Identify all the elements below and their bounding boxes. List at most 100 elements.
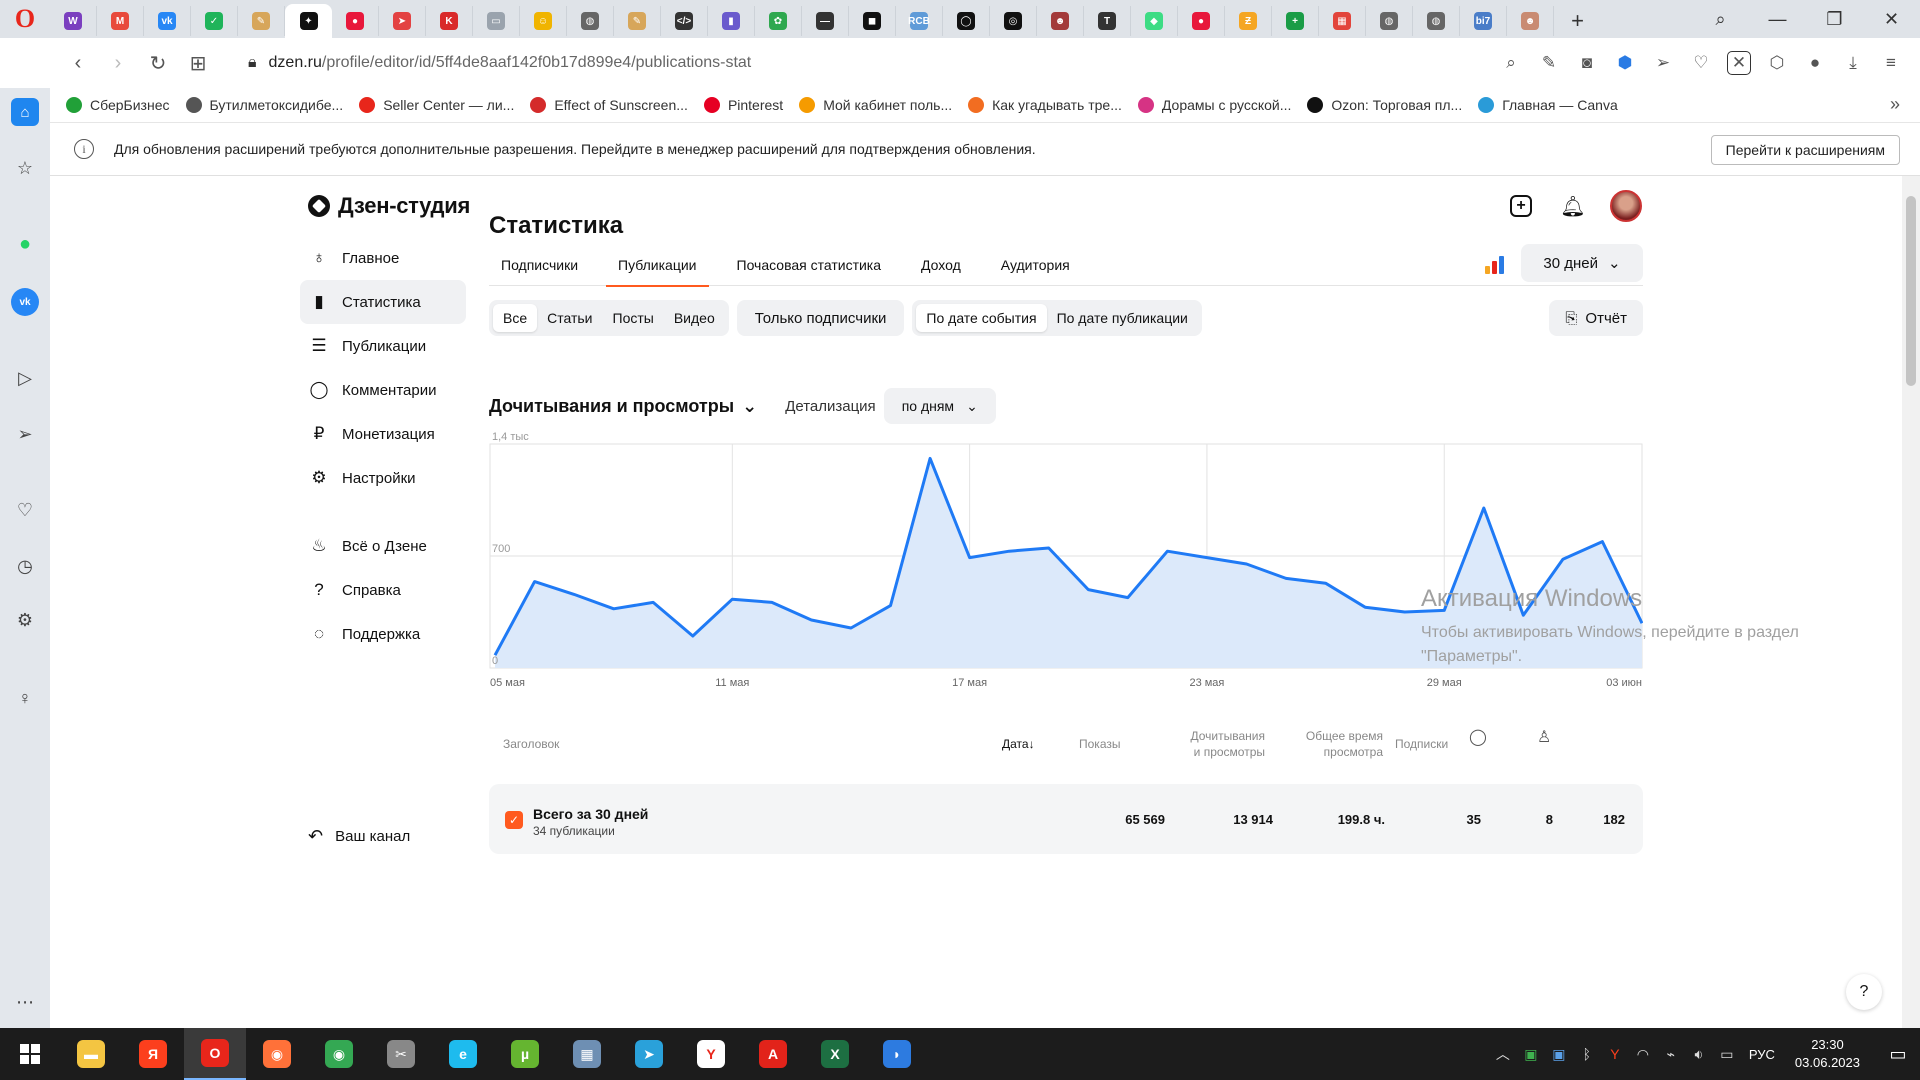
browser-tab[interactable]: ☺ <box>520 6 567 36</box>
metric-selector[interactable]: Дочитывания и просмотры ⌄ <box>489 396 757 417</box>
heart-icon[interactable]: ♡ <box>11 496 39 524</box>
back-button[interactable]: ‹ <box>58 43 98 83</box>
cube-icon[interactable]: ⬡ <box>1760 46 1794 80</box>
taskbar-app[interactable]: ◉ <box>246 1028 308 1080</box>
forward-button[interactable]: › <box>98 43 138 83</box>
taskbar-app[interactable]: Y <box>680 1028 742 1080</box>
bookmark-item[interactable]: Главная — Canva <box>1478 97 1618 113</box>
browser-tab[interactable]: ☻ <box>1507 6 1554 36</box>
only-subscribers-filter[interactable]: Только подписчики <box>736 300 905 336</box>
tab-3[interactable]: Доход <box>909 244 973 286</box>
search-icon[interactable]: ⌕ <box>1494 46 1528 80</box>
history-icon[interactable]: ◷ <box>11 552 39 580</box>
notifications-icon[interactable]: ▭ <box>1876 1028 1920 1080</box>
network-icon[interactable]: ⌁ <box>1657 1046 1685 1063</box>
browser-tab[interactable]: ◍ <box>1366 6 1413 36</box>
bookmark-item[interactable]: Ozon: Торговая пл... <box>1307 97 1462 113</box>
browser-tab[interactable]: ◍ <box>1413 6 1460 36</box>
bookmarks-star-icon[interactable]: ☆ <box>11 154 39 182</box>
send-icon[interactable]: ➢ <box>11 420 39 448</box>
battery-icon[interactable]: ▭ <box>1713 1046 1741 1063</box>
start-button[interactable] <box>0 1028 60 1080</box>
browser-tab[interactable]: ▦ <box>1319 6 1366 36</box>
browser-tab[interactable]: ✎ <box>238 6 285 36</box>
workspace-icon[interactable]: ⌂ <box>11 98 39 126</box>
type-filter-0[interactable]: Все <box>493 304 538 332</box>
tab-0[interactable]: Подписчики <box>489 244 590 286</box>
taskbar-app[interactable]: e <box>432 1028 494 1080</box>
browser-tab[interactable]: T <box>1084 6 1131 36</box>
create-button[interactable]: + <box>1506 191 1536 221</box>
nav-item-0[interactable]: ♨ Всё о Дзене <box>300 524 466 568</box>
bookmark-item[interactable]: Seller Center — ли... <box>359 97 514 113</box>
nav-item-5[interactable]: ⚙ Настройки <box>300 456 466 500</box>
bookmark-item[interactable]: СберБизнес <box>66 97 170 113</box>
report-button[interactable]: ⎘ Отчёт <box>1549 300 1643 336</box>
taskbar-app[interactable]: ▬ <box>60 1028 122 1080</box>
wifi-icon[interactable]: ◠ <box>1629 1046 1657 1063</box>
extension-icon[interactable]: ✕ <box>1727 51 1751 75</box>
col-reads[interactable]: Дочитывания и просмотры <box>1149 728 1266 760</box>
whatsapp-icon[interactable]: ● <box>11 230 39 258</box>
browser-tab[interactable]: vk <box>144 6 191 36</box>
restore-button[interactable]: ❐ <box>1806 0 1863 38</box>
type-filter-3[interactable]: Видео <box>664 304 725 332</box>
camera-icon[interactable]: ◙ <box>1570 46 1604 80</box>
taskbar-app[interactable]: ◉ <box>308 1028 370 1080</box>
profile-icon[interactable]: ● <box>1798 46 1832 80</box>
nav-item-1[interactable]: ? Справка <box>300 568 466 612</box>
search-tabs-icon[interactable]: ⌕ <box>1692 0 1749 38</box>
minimize-button[interactable]: — <box>1749 0 1806 38</box>
col-subs[interactable]: Подписки <box>1395 736 1448 752</box>
taskbar-app[interactable]: ◗ <box>866 1028 928 1080</box>
reload-button[interactable]: ↻ <box>138 43 178 83</box>
dzen-studio-logo[interactable]: Дзен-студия <box>308 193 470 219</box>
browser-tab[interactable]: </> <box>661 6 708 36</box>
taskbar-app[interactable]: A <box>742 1028 804 1080</box>
browser-tab[interactable]: + <box>1272 6 1319 36</box>
nav-item-2[interactable]: ◌ Поддержка <box>300 612 466 656</box>
nav-item-1[interactable]: ▮ Статистика <box>300 280 466 324</box>
player-icon[interactable]: ▷ <box>11 364 39 392</box>
date-filter-0[interactable]: По дате события <box>916 304 1047 332</box>
shield-icon[interactable]: ⬢ <box>1608 46 1642 80</box>
bookmark-item[interactable]: Effect of Sunscreen... <box>530 97 688 113</box>
browser-tab[interactable]: ✓ <box>191 6 238 36</box>
avatar[interactable] <box>1610 190 1642 222</box>
browser-tab[interactable]: ◍ <box>567 6 614 36</box>
taskbar-app[interactable]: µ <box>494 1028 556 1080</box>
send-icon[interactable]: ➢ <box>1646 46 1680 80</box>
nav-item-2[interactable]: ☰ Публикации <box>300 324 466 368</box>
taskbar-app[interactable]: ✂ <box>370 1028 432 1080</box>
tab-2[interactable]: Почасовая статистика <box>725 244 894 286</box>
menu-icon[interactable]: ≡ <box>1874 46 1908 80</box>
bookmark-item[interactable]: Pinterest <box>703 97 783 113</box>
download-icon[interactable]: ⤓ <box>1836 46 1870 80</box>
taskbar-app[interactable]: O <box>184 1028 246 1080</box>
bookmark-item[interactable]: Дорамы с русской... <box>1137 97 1291 113</box>
period-dropdown[interactable]: 30 дней ⌄ <box>1521 244 1643 282</box>
browser-tab[interactable]: — <box>802 6 849 36</box>
new-tab-button[interactable]: + <box>1554 6 1601 36</box>
browser-tab[interactable]: M <box>97 6 144 36</box>
more-icon[interactable]: ⋯ <box>11 988 39 1016</box>
bookmark-item[interactable]: Мой кабинет поль... <box>799 97 952 113</box>
language-indicator[interactable]: РУС <box>1749 1047 1775 1062</box>
col-title[interactable]: Заголовок <box>503 736 559 752</box>
nav-item-3[interactable]: ◯ Комментарии <box>300 368 466 412</box>
lightbulb-icon[interactable]: ♀ <box>11 684 39 712</box>
type-filter-2[interactable]: Посты <box>603 304 664 332</box>
browser-tab[interactable]: bi7 <box>1460 6 1507 36</box>
chart-type-icon[interactable] <box>1485 254 1505 274</box>
browser-tab[interactable]: ✎ <box>614 6 661 36</box>
taskbar-app[interactable]: X <box>804 1028 866 1080</box>
browser-tab[interactable]: ✦ <box>285 4 332 38</box>
heart-icon[interactable]: ♡ <box>1684 46 1718 80</box>
tray-chevron-icon[interactable]: ︿ <box>1489 1044 1517 1064</box>
edit-icon[interactable]: ✎ <box>1532 46 1566 80</box>
vk-icon[interactable]: vk <box>11 288 39 316</box>
tab-1[interactable]: Публикации <box>606 244 709 287</box>
close-window-button[interactable]: ✕ <box>1863 0 1920 38</box>
browser-tab[interactable]: Ƶ <box>1225 6 1272 36</box>
browser-tab[interactable]: ◆ <box>1131 6 1178 36</box>
